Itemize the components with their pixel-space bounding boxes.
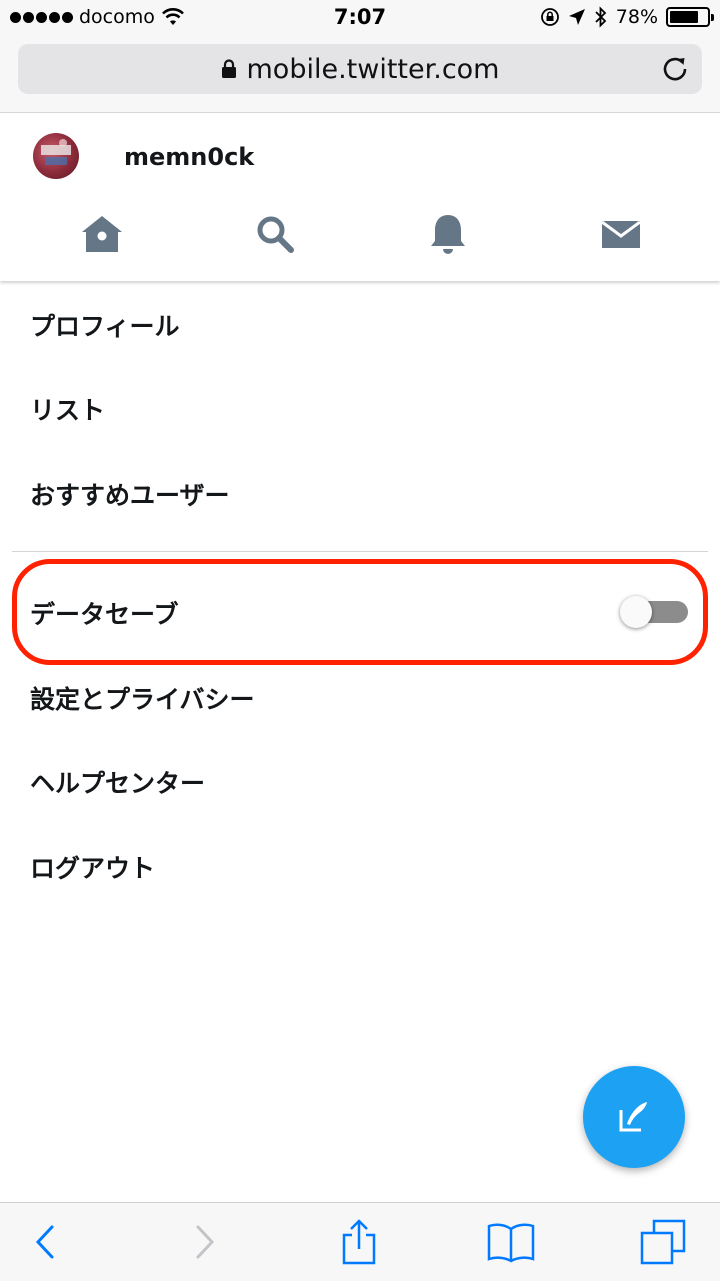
url-text: mobile.twitter.com [246,53,500,85]
status-bar: docomo 7:07 78% [0,0,720,38]
twitter-header: memn0ck [0,113,720,281]
forward-button[interactable] [180,1217,230,1267]
browser-address-bar: mobile.twitter.com [0,38,720,113]
share-button[interactable] [334,1217,384,1267]
menu-item-settings-privacy[interactable]: 設定とプライバシー [30,680,255,716]
chevron-left-icon [35,1225,54,1259]
url-field[interactable]: mobile.twitter.com [18,44,702,94]
open-book-icon [487,1223,535,1263]
status-right: 78% [540,6,714,28]
battery-icon [666,7,714,27]
compose-quill-icon [619,1102,647,1132]
orientation-lock-icon [540,8,559,26]
reload-icon[interactable] [660,54,690,84]
search-icon[interactable] [250,209,300,259]
tabs-icon [640,1219,686,1265]
menu-item-help-center[interactable]: ヘルプセンター [30,764,205,800]
menu-item-profile[interactable]: プロフィール [30,307,180,343]
chevron-right-icon [196,1225,215,1259]
avatar[interactable] [33,133,79,179]
back-button[interactable] [20,1217,70,1267]
messages-envelope-icon[interactable] [596,209,646,259]
bluetooth-icon [595,6,607,28]
menu-item-logout[interactable]: ログアウト [30,849,155,885]
location-arrow-icon [568,9,585,25]
share-icon [342,1219,376,1265]
notifications-bell-icon[interactable] [423,209,473,259]
menu-item-recommended-users[interactable]: おすすめユーザー [30,476,230,512]
menu-divider [12,551,708,552]
username[interactable]: memn0ck [124,143,254,171]
primary-nav [0,209,720,259]
menu-item-lists[interactable]: リスト [30,391,105,427]
tabs-button[interactable] [638,1217,688,1267]
battery-fill [670,11,699,23]
compose-tweet-button[interactable] [583,1066,685,1168]
browser-toolbar [0,1202,720,1281]
home-icon[interactable] [77,209,127,259]
bookmarks-button[interactable] [486,1217,536,1267]
highlight-annotation [12,559,708,665]
battery-percent: 78% [615,6,658,28]
lock-icon [221,59,236,78]
